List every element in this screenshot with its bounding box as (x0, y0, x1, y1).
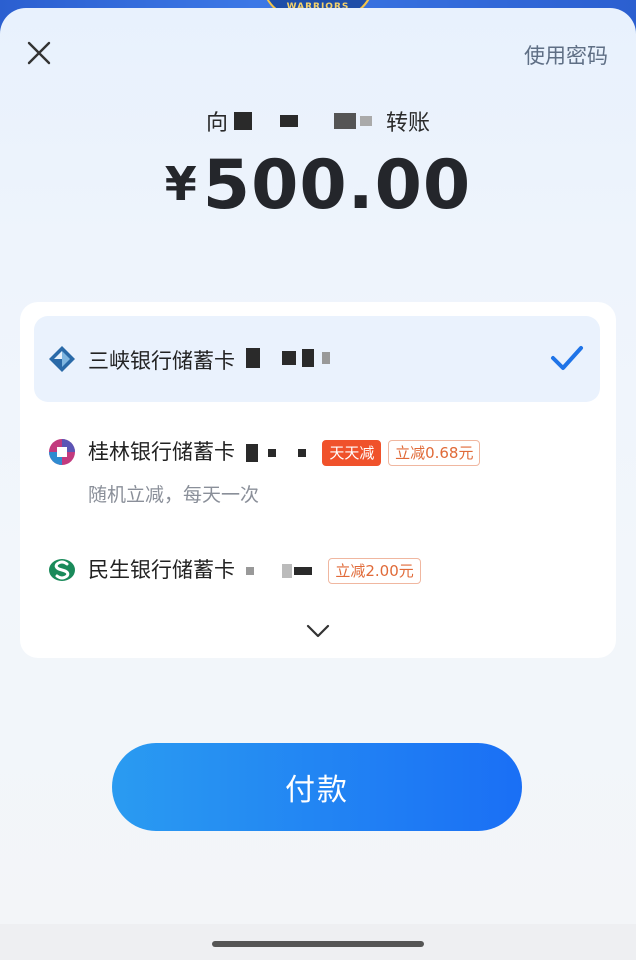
close-button[interactable] (22, 36, 56, 70)
card-name-text: 民生银行储蓄卡 (88, 558, 235, 582)
home-indicator[interactable] (212, 941, 424, 947)
three-gorges-bank-icon (49, 346, 75, 372)
card-name: 民生银行储蓄卡 立减2.00元 (88, 554, 421, 584)
recipient-name-masked (234, 112, 372, 130)
chevron-down-icon (306, 624, 330, 638)
check-icon (551, 346, 583, 370)
card-name: 三峡银行储蓄卡 (88, 345, 330, 375)
card-number-masked (245, 444, 306, 462)
card-name-text: 桂林银行储蓄卡 (88, 440, 235, 464)
currency-symbol: ¥ (164, 157, 197, 211)
transfer-recipient: 向 转账 (0, 105, 636, 137)
card-option-sanxia[interactable]: 三峡银行储蓄卡 (34, 316, 600, 402)
promo-tag-daily: 天天减 (322, 440, 382, 466)
card-name-text: 三峡银行储蓄卡 (88, 349, 235, 373)
card-option-minsheng[interactable]: 民生银行储蓄卡 立减2.00元 (34, 550, 600, 590)
card-option-guilin[interactable]: 桂林银行储蓄卡 天天减 立减0.68元 随机立减，每天一次 (34, 428, 600, 514)
card-name: 桂林银行储蓄卡 天天减 立减0.68元 (88, 436, 481, 466)
minsheng-bank-icon (49, 559, 75, 581)
promo-tag-discount: 立减0.68元 (388, 440, 481, 466)
card-selection-panel: 三峡银行储蓄卡 桂林银行储蓄卡 天天减 立减0.68元 随机立减，每天一次 民生… (20, 302, 616, 658)
promo-tag-discount: 立减2.00元 (328, 558, 421, 584)
transfer-amount: ¥500.00 (0, 146, 636, 225)
amount-value: 500.00 (202, 146, 472, 225)
recipient-prefix: 向 (205, 111, 228, 136)
use-password-link[interactable]: 使用密码 (524, 40, 608, 70)
card-number-masked (245, 564, 312, 578)
card-number-masked (245, 348, 330, 368)
expand-cards-button[interactable] (300, 620, 336, 642)
close-icon (27, 41, 51, 65)
recipient-suffix: 转账 (386, 111, 431, 136)
home-bar-area (0, 924, 636, 960)
pay-button[interactable]: 付款 (112, 743, 522, 831)
card-promo-note: 随机立减，每天一次 (88, 484, 260, 506)
guilin-bank-icon (49, 439, 75, 465)
payment-sheet: 使用密码 向 转账 ¥500.00 三峡银行储蓄卡 桂林银行储蓄卡 天天减 立减… (0, 8, 636, 960)
